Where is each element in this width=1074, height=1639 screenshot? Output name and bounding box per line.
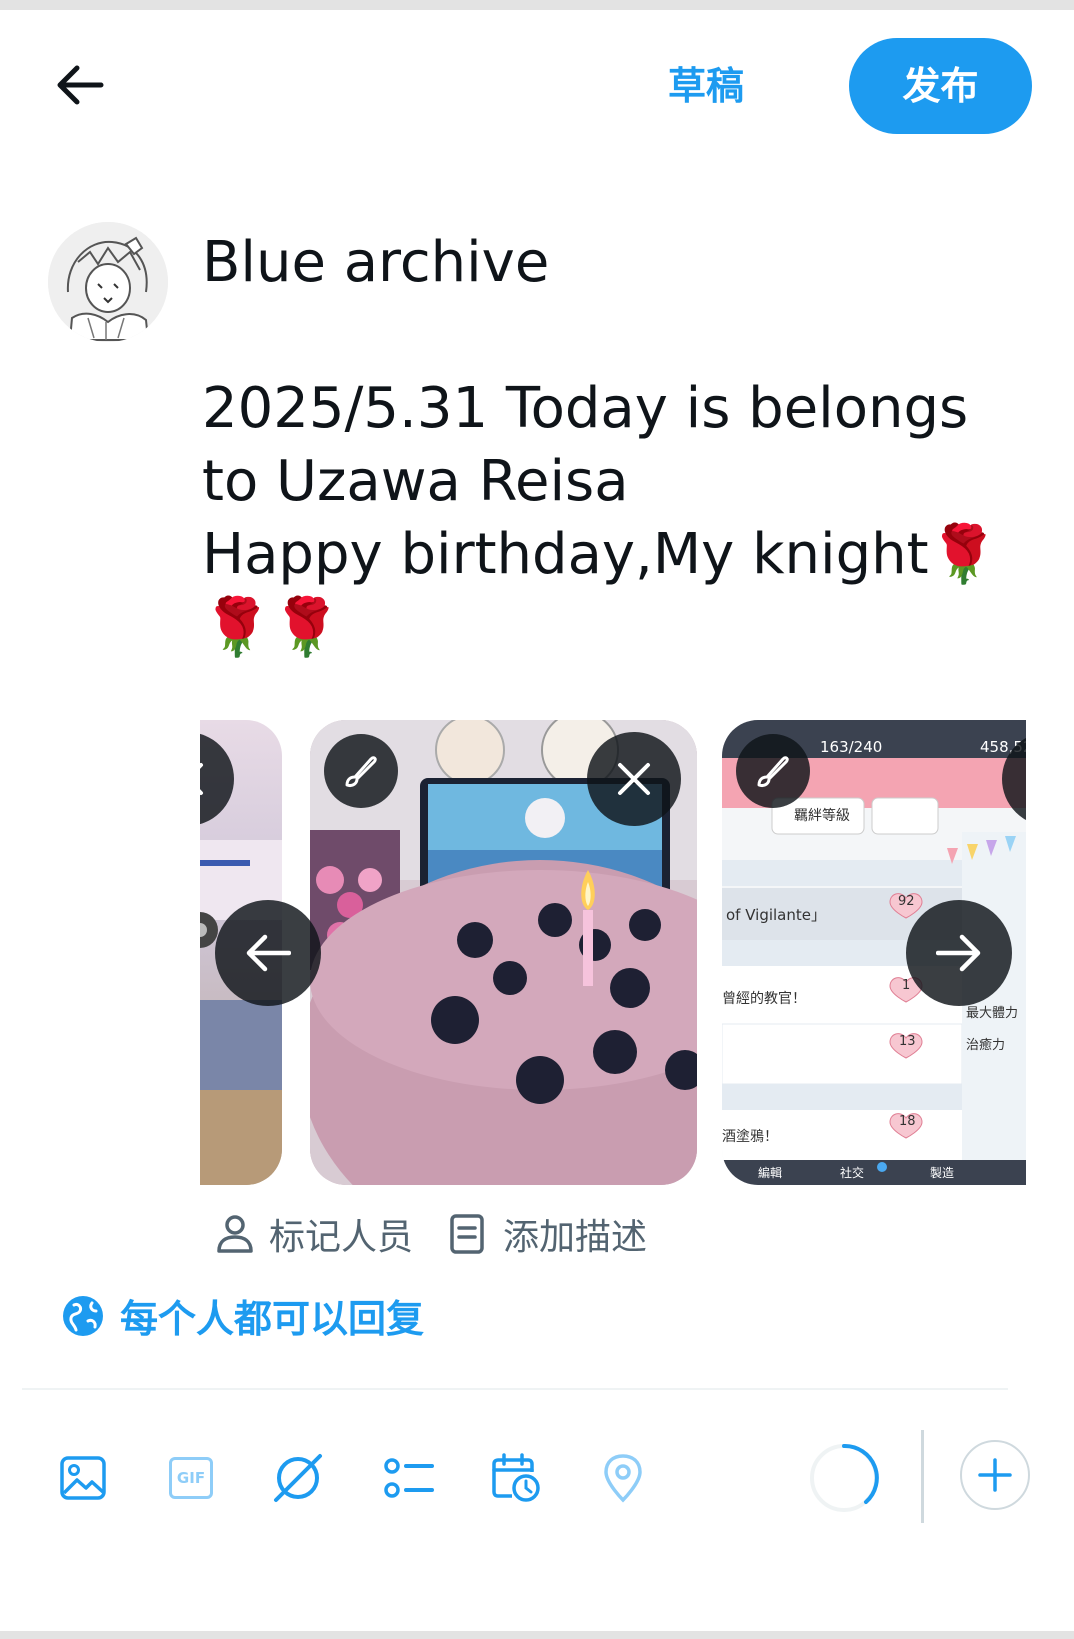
gif-icon: GIF [169,1457,213,1499]
side-label: 最大體力 [966,1006,1019,1021]
globe-icon [63,1295,103,1336]
avatar[interactable] [48,222,168,342]
remove-media-button[interactable] [587,732,681,826]
bottom-tab: 社交 [840,1166,865,1180]
side-label: 治癒力 [966,1038,1006,1053]
tag-people-button[interactable]: 标记人员 [215,1208,413,1260]
list-item-title: 曾經的教官！ [722,991,806,1007]
arrow-left-icon [246,934,291,972]
post-button[interactable]: 发布 [849,38,1032,134]
bottom-tab: 編輯 [758,1166,783,1180]
add-description-button[interactable]: 添加描述 [449,1208,647,1260]
grok-icon [274,1454,322,1502]
list-item-title: 酒塗鴉！ [722,1129,778,1145]
add-gif-button[interactable]: GIF [161,1448,221,1508]
arrow-right-icon [936,934,981,972]
media-thumbnail[interactable] [310,720,697,1185]
carousel-prev-button[interactable] [215,900,321,1006]
bottom-tab: 製造 [930,1166,955,1180]
back-arrow-icon [57,65,104,105]
close-icon [618,763,650,795]
plus-icon [978,1458,1012,1492]
carousel-next-button[interactable] [906,900,1012,1006]
add-image-button[interactable] [53,1448,113,1508]
drafts-button[interactable]: 草稿 [668,56,744,116]
toolbar-divider [921,1430,924,1523]
image-icon [60,1456,106,1500]
reply-setting-button[interactable]: 每个人都可以回复 [62,1288,424,1343]
tag-people-label: 标记人员 [269,1217,414,1258]
media-carousel: 163/240 458,527 羈絆等級 of Vigilante」 92 曾經… [200,720,1026,1185]
character-counter [808,1442,880,1514]
avatar-sketch-icon [48,222,168,342]
description-icon [450,1214,484,1254]
grok-button[interactable] [268,1448,328,1508]
nav-strip [0,1631,1074,1639]
location-icon [604,1454,642,1503]
gif-label: GIF [176,1469,206,1487]
list-item-badge: 1 [902,978,911,993]
brush-icon [757,756,789,787]
close-icon [200,763,203,795]
stamina-readout: 163/240 [820,738,883,756]
list-item-badge: 18 [899,1114,916,1129]
add-description-label: 添加描述 [503,1217,648,1258]
tweet-text-input[interactable]: Blue archive 2025/5.31 Today is belongs … [202,226,1002,664]
divider [22,1388,1008,1390]
list-item-title: of Vigilante」 [726,906,826,924]
edit-media-button[interactable] [324,734,398,808]
media-actions: 标记人员 添加描述 [215,1208,647,1260]
poll-button[interactable] [380,1448,440,1508]
brush-icon [345,756,377,787]
edit-media-button[interactable] [736,734,810,808]
schedule-button[interactable] [486,1448,546,1508]
reply-setting-label: 每个人都可以回复 [120,1297,425,1341]
list-item-badge: 13 [899,1034,916,1049]
list-item-badge: 92 [898,894,915,909]
back-button[interactable] [50,60,110,110]
progress-ring-icon [810,1443,879,1512]
status-strip [0,0,1074,10]
person-icon [217,1215,253,1253]
location-button[interactable] [593,1448,653,1508]
add-thread-button[interactable] [960,1440,1030,1510]
sort-label: 羈絆等級 [794,808,850,824]
schedule-icon [492,1453,540,1502]
poll-icon [384,1458,434,1498]
